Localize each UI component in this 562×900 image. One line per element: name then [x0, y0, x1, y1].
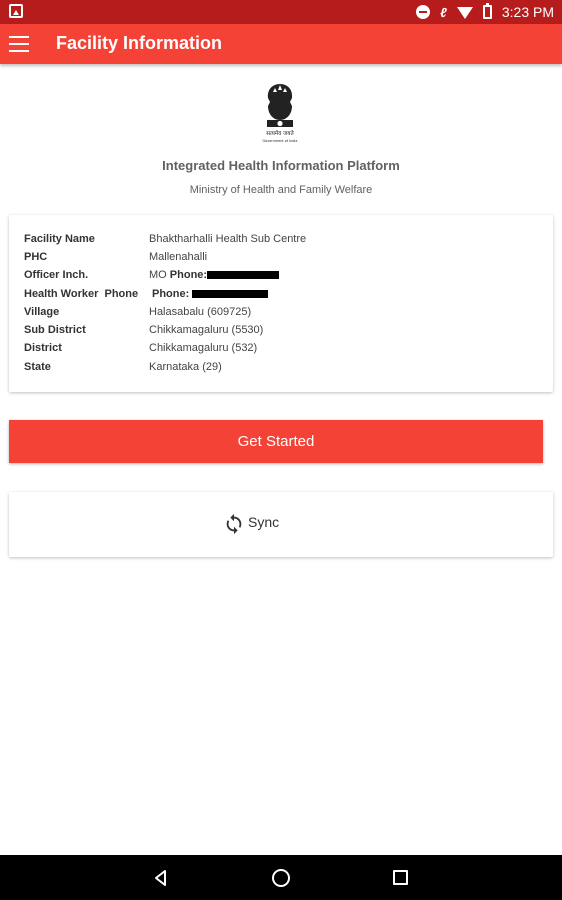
sync-button[interactable]: Sync	[9, 492, 553, 557]
sync-icon	[226, 513, 242, 535]
health-worker-phone: Phone:	[152, 288, 269, 300]
state-value: Karnataka (29)	[149, 361, 222, 373]
platform-title: Integrated Health Information Platform	[162, 158, 400, 173]
phc-label: PHC	[24, 251, 48, 263]
emblem-subcaption: Government of India	[263, 139, 298, 143]
officer-phone-label: Phone:	[169, 269, 208, 281]
phc-value: Mallenahalli	[149, 251, 208, 263]
village-label: Village	[24, 306, 60, 318]
status-icons: ℓ 3:23 PM	[416, 0, 554, 24]
wifi-icon	[456, 7, 473, 19]
health-worker-label: Health Worker Phone	[24, 288, 139, 300]
officer-value: MO Phone:	[149, 269, 280, 281]
back-icon[interactable]	[151, 868, 171, 888]
officer-role: MO	[149, 269, 167, 281]
recent-apps-icon[interactable]	[393, 870, 408, 885]
facility-info-card: Facility Name Bhaktharhalli Health Sub C…	[9, 215, 553, 392]
hamburger-menu-icon[interactable]	[9, 36, 29, 52]
state-label: State	[24, 361, 51, 373]
sync-label: Sync	[248, 514, 280, 530]
facility-name-value: Bhaktharhalli Health Sub Centre	[149, 233, 307, 245]
do-not-disturb-icon	[416, 5, 431, 19]
sub-district-label: Sub District	[24, 324, 86, 336]
sub-district-value: Chikkamagaluru (5530)	[149, 324, 264, 336]
emblem-logo: सत्यमेव जयते Government of India	[263, 84, 298, 143]
system-nav-bar	[0, 855, 562, 900]
district-label: District	[24, 342, 62, 354]
nfc-icon: ℓ	[440, 4, 447, 20]
get-started-button[interactable]: Get Started	[9, 420, 543, 463]
village-value: Halasabalu (609725)	[149, 306, 252, 318]
battery-icon	[482, 3, 492, 19]
app-title: Facility Information	[56, 33, 223, 53]
officer-phone-redacted	[207, 271, 280, 280]
emblem-caption: सत्यमेव जयते	[266, 129, 294, 137]
status-time: 3:23 PM	[501, 4, 554, 20]
officer-label: Officer Inch.	[24, 269, 89, 281]
gallery-notification-icon	[9, 4, 23, 18]
status-bar: ℓ 3:23 PM	[0, 0, 562, 24]
health-worker-phone-redacted	[192, 290, 269, 299]
app-bar: Facility Information	[0, 24, 562, 64]
health-worker-phone-label: Phone:	[152, 288, 190, 300]
district-value: Chikkamagaluru (532)	[149, 342, 258, 354]
ministry-name: Ministry of Health and Family Welfare	[189, 184, 373, 196]
home-icon[interactable]	[272, 869, 290, 887]
facility-name-label: Facility Name	[24, 233, 95, 245]
